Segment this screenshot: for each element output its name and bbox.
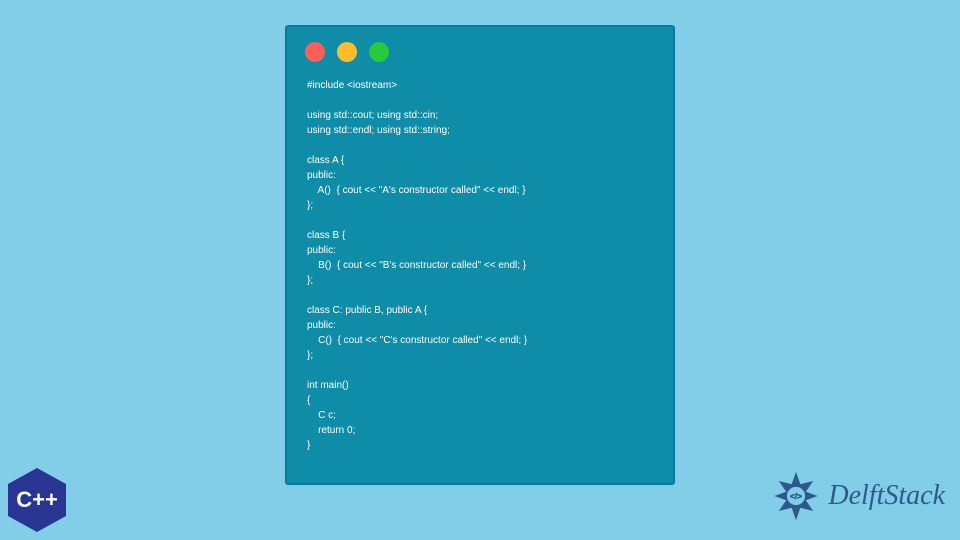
close-icon bbox=[305, 42, 325, 62]
code-window: #include <iostream> using std::cout; usi… bbox=[285, 25, 675, 485]
delft-logo: </> DelftStack bbox=[770, 470, 945, 522]
minimize-icon bbox=[337, 42, 357, 62]
hexagon-icon: C++ bbox=[8, 468, 66, 532]
svg-text:</>: </> bbox=[790, 491, 802, 501]
window-controls bbox=[287, 27, 673, 70]
star-icon: </> bbox=[770, 470, 822, 522]
maximize-icon bbox=[369, 42, 389, 62]
delft-icon: </> bbox=[770, 470, 822, 522]
cpp-logo: C++ bbox=[8, 468, 66, 532]
delft-logo-text: DelftStack bbox=[828, 480, 945, 512]
code-content: #include <iostream> using std::cout; usi… bbox=[287, 70, 673, 461]
cpp-logo-text: C++ bbox=[16, 487, 58, 513]
